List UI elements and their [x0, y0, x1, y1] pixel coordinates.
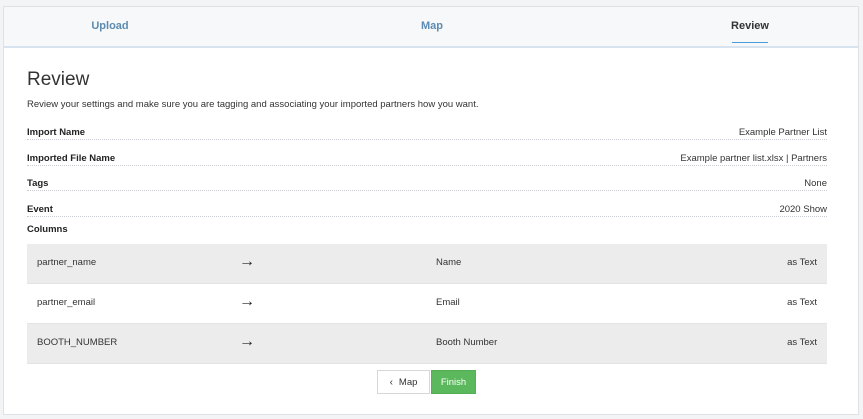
source-column: BOOTH_NUMBER [37, 337, 118, 348]
tab-upload[interactable]: Upload [82, 7, 138, 46]
source-column: partner_name [37, 257, 97, 268]
finish-button[interactable]: Finish [431, 370, 476, 394]
field-label: Event [27, 204, 53, 215]
review-description: Review your settings and make sure you a… [27, 99, 479, 110]
chevron-left-icon: ‹ [389, 377, 393, 388]
back-button-label: Map [398, 377, 418, 388]
field-value: 2020 Show [779, 204, 827, 215]
table-row: partner_email → Email as Text [27, 284, 827, 324]
back-to-map-button[interactable]: ‹ Map [377, 370, 430, 394]
field-value: Example Partner List [738, 127, 827, 138]
table-row: BOOTH_NUMBER → Booth Number as Text [27, 324, 827, 364]
field-import-name: Import Name Example Partner List [27, 127, 827, 140]
wizard-steps: Upload Map Review [4, 7, 858, 48]
columns-heading: Columns [27, 224, 68, 235]
tab-map[interactable]: Map [409, 7, 455, 46]
page-title: Review [27, 69, 90, 90]
arrow-right-icon: → [239, 293, 255, 310]
tab-review[interactable]: Review [730, 7, 770, 46]
field-type: as Text [787, 257, 817, 268]
arrow-right-icon: → [239, 253, 255, 270]
arrow-right-icon: → [239, 333, 255, 350]
field-value: Example partner list.xlsx | Partners [680, 153, 827, 164]
table-row: partner_name → Name as Text [27, 244, 827, 284]
field-value: None [804, 178, 827, 189]
target-field: Name [436, 257, 462, 268]
field-event: Event 2020 Show [27, 204, 827, 217]
field-imported-file-name: Imported File Name Example partner list.… [27, 153, 827, 166]
field-type: as Text [787, 297, 817, 308]
target-field: Email [436, 297, 460, 308]
field-label: Import Name [27, 127, 86, 138]
field-type: as Text [787, 337, 817, 348]
field-label: Imported File Name [27, 153, 116, 164]
source-column: partner_email [37, 297, 96, 308]
target-field: Booth Number [436, 337, 498, 348]
field-tags: Tags None [27, 178, 827, 191]
field-label: Tags [27, 178, 49, 189]
